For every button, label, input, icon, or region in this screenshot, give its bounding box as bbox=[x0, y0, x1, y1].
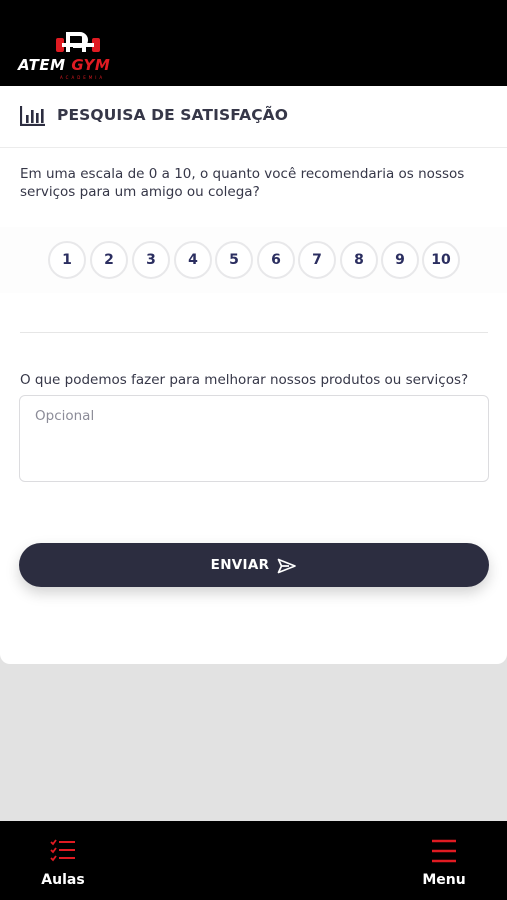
rating-option-6[interactable]: 6 bbox=[257, 241, 295, 279]
rating-option-2[interactable]: 2 bbox=[90, 241, 128, 279]
tab-aulas-label: Aulas bbox=[41, 872, 85, 888]
hamburger-menu-icon bbox=[432, 839, 456, 863]
rating-option-10[interactable]: 10 bbox=[422, 241, 460, 279]
section-divider bbox=[20, 332, 488, 333]
survey-header: PESQUISA DE SATISFAÇÃO bbox=[0, 86, 507, 148]
survey-title: PESQUISA DE SATISFAÇÃO bbox=[57, 106, 289, 124]
rating-option-3[interactable]: 3 bbox=[132, 241, 170, 279]
bottom-tab-bar: Aulas Menu bbox=[0, 821, 507, 900]
submit-button[interactable]: ENVIAR bbox=[19, 543, 489, 587]
survey-card: PESQUISA DE SATISFAÇÃO Em uma escala de … bbox=[0, 86, 507, 664]
rating-question: Em uma escala de 0 a 10, o quanto você r… bbox=[20, 166, 465, 200]
logo-wordmark: ATEM GYM bbox=[18, 56, 111, 74]
logo-subtitle: ACADEMIA bbox=[60, 75, 106, 80]
rating-option-1[interactable]: 1 bbox=[48, 241, 86, 279]
tab-menu-label: Menu bbox=[422, 872, 466, 888]
tab-aulas[interactable]: Aulas bbox=[8, 821, 118, 900]
feedback-input[interactable] bbox=[19, 395, 489, 482]
rating-option-7[interactable]: 7 bbox=[298, 241, 336, 279]
rating-option-9[interactable]: 9 bbox=[381, 241, 419, 279]
rating-scale: 1 2 3 4 5 6 7 8 9 10 bbox=[0, 227, 507, 293]
rating-option-8[interactable]: 8 bbox=[340, 241, 378, 279]
send-icon bbox=[277, 558, 297, 574]
rating-option-5[interactable]: 5 bbox=[215, 241, 253, 279]
atem-gym-logo: ATEM GYM ACADEMIA bbox=[18, 30, 143, 84]
logo-dumbbell-icon bbox=[56, 32, 100, 52]
checklist-icon bbox=[50, 839, 75, 862]
app-header: ATEM GYM ACADEMIA bbox=[0, 0, 507, 86]
bar-chart-icon bbox=[20, 106, 45, 126]
feedback-question: O que podemos fazer para melhorar nossos… bbox=[20, 372, 469, 388]
tab-menu[interactable]: Menu bbox=[389, 821, 499, 900]
submit-label: ENVIAR bbox=[210, 557, 270, 573]
rating-option-4[interactable]: 4 bbox=[174, 241, 212, 279]
